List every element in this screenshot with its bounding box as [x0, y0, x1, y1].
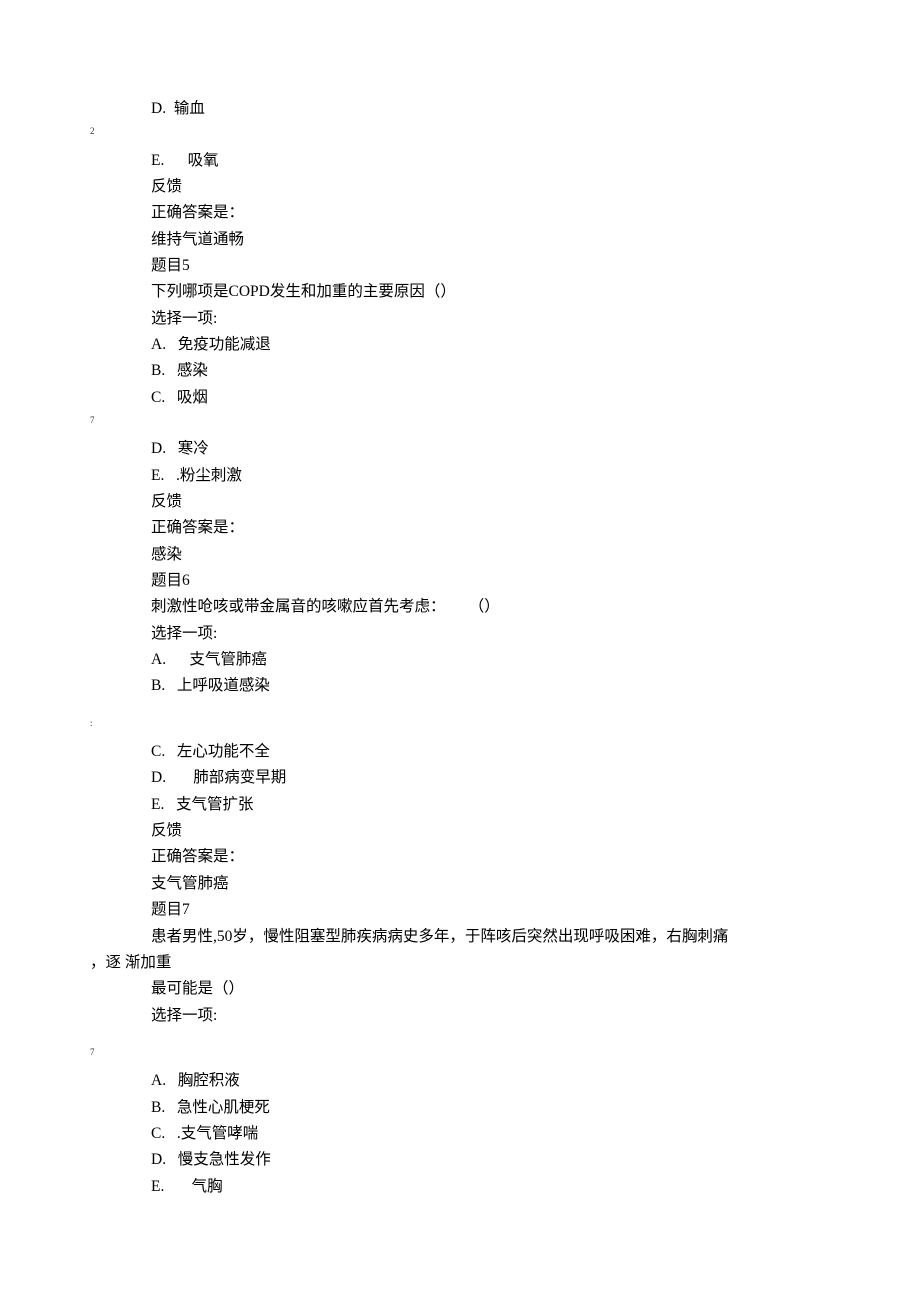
q7-title: 题目7 — [120, 897, 840, 923]
q4-feedback-label: 反馈 — [120, 174, 840, 200]
q6-option-a: A. 支气管肺癌 — [120, 647, 840, 673]
q5-title: 题目5 — [120, 253, 840, 279]
page-marker: 7 — [90, 1043, 840, 1068]
q7-select: 选择一项: — [120, 1003, 840, 1029]
q7-stem-3: 最可能是（） — [120, 976, 840, 1002]
q5-option-b: B. 感染 — [120, 358, 840, 384]
q6-correct: 支气管肺癌 — [120, 871, 840, 897]
q6-correct-label: 正确答案是： — [120, 844, 840, 870]
page-marker: : — [90, 714, 840, 739]
page-marker: 7 — [90, 411, 840, 436]
q5-option-d: D. 寒冷 — [120, 436, 840, 462]
q6-option-e: E. 支气管扩张 — [120, 792, 840, 818]
page-marker: 2 — [90, 122, 840, 147]
q5-select: 选择一项: — [120, 306, 840, 332]
q5-feedback-label: 反馈 — [120, 489, 840, 515]
q7-option-b: B. 急性心肌梗死 — [120, 1095, 840, 1121]
q6-option-c: C. 左心功能不全 — [120, 739, 840, 765]
document-body: D. 输血 2 E. 吸氧 反馈 正确答案是： 维持气道通畅 题目5 下列哪项是… — [0, 96, 920, 950]
q4-correct-label: 正确答案是： — [120, 200, 840, 226]
q6-option-d: D. 肺部病变早期 — [120, 765, 840, 791]
q5-option-e: E. .粉尘刺激 — [120, 463, 840, 489]
q4-option-d: D. 输血 — [120, 96, 840, 122]
q6-stem: 刺激性呛咳或带金属音的咳嗽应首先考虑： （） — [120, 594, 840, 620]
q4-option-e: E. 吸氧 — [120, 148, 840, 174]
q7-option-e: E. 气胸 — [120, 1174, 840, 1200]
q7-option-d: D. 慢支急性发作 — [120, 1147, 840, 1173]
document-body-cont: 最可能是（） 选择一项: 7 A. 胸腔积液 B. 急性心肌梗死 C. .支气管… — [0, 976, 920, 1200]
q6-feedback-label: 反馈 — [120, 818, 840, 844]
q5-option-c: C. 吸烟 — [120, 385, 840, 411]
q6-select: 选择一项: — [120, 621, 840, 647]
q7-option-a: A. 胸腔积液 — [120, 1068, 840, 1094]
q7-stem-1: 患者男性,50岁，慢性阻塞型肺疾病病史多年，于阵咳后突然出现呼吸困难，右胸刺痛 — [120, 924, 840, 950]
q4-correct: 维持气道通畅 — [120, 227, 840, 253]
q6-option-b: B. 上呼吸道感染 — [120, 673, 840, 699]
q5-option-a: A. 免疫功能减退 — [120, 332, 840, 358]
q7-option-c: C. .支气管哮喘 — [120, 1121, 840, 1147]
q5-correct: 感染 — [120, 542, 840, 568]
q5-correct-label: 正确答案是： — [120, 515, 840, 541]
q5-stem: 下列哪项是COPD发生和加重的主要原因（） — [120, 279, 840, 305]
q6-title: 题目6 — [120, 568, 840, 594]
q7-stem-2: ，逐 渐加重 — [0, 950, 920, 976]
